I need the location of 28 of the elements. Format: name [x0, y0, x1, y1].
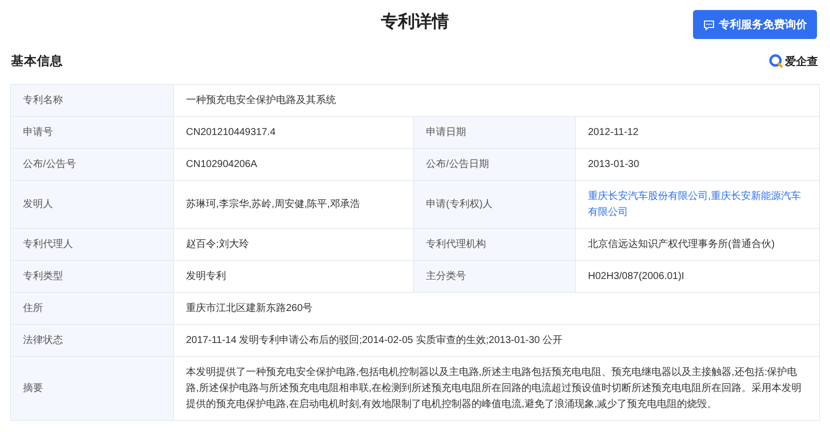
- field-link[interactable]: 重庆长安汽车股份有限公司,重庆长安新能源汽车有限公司: [576, 181, 820, 229]
- field-label: 主分类号: [414, 261, 576, 293]
- magnifier-logo-icon: [769, 54, 783, 68]
- field-value: 重庆市江北区建新东路260号: [174, 293, 820, 325]
- field-label: 专利代理人: [11, 229, 174, 261]
- field-label: 专利名称: [11, 85, 174, 117]
- field-label: 公布/公告日期: [414, 149, 576, 181]
- field-value: 2013-01-30: [576, 149, 820, 181]
- field-label: 法律状态: [11, 325, 174, 357]
- field-label: 发明人: [11, 181, 174, 229]
- brand-name: 爱企查: [785, 54, 818, 68]
- field-label: 申请(专利权)人: [414, 181, 576, 229]
- quote-button[interactable]: 专利服务免费询价: [693, 10, 817, 39]
- field-value: 2012-11-12: [576, 117, 820, 149]
- field-value: 北京信远达知识产权代理事务所(普通合伙): [576, 229, 820, 261]
- page-title: 专利详情: [381, 10, 449, 32]
- section-title: 基本信息: [11, 52, 63, 70]
- field-label: 申请日期: [414, 117, 576, 149]
- field-label: 专利类型: [11, 261, 174, 293]
- field-value: H02H3/087(2006.01)I: [576, 261, 820, 293]
- field-label: 申请号: [11, 117, 174, 149]
- field-value: 2017-11-14 发明专利申请公布后的驳回;2014-02-05 实质审查的生效;2013-01-30 公开: [174, 325, 820, 357]
- field-label: 专利代理机构: [414, 229, 576, 261]
- field-label: 公布/公告号: [11, 149, 174, 181]
- field-label: 住所: [11, 293, 174, 325]
- field-value: 本发明提供了一种预充电安全保护电路,包括电机控制器以及主电路,所述主电路包括预充电电阻、预充电继电器以及主接触器,还包括:保护电路,所述保护电路与所述预充电电阻相串联,在检测到所述预充电电阻所在回路的电流超过预设值时切断所述预充电电阻所在回路。采用本发明提供的预充电保护电路,在启动电机时刻,有效地限制了电机控制器的峰值电流,避免了浪涌现象,减少了预充电电阻的烧毁。: [174, 357, 820, 421]
- chat-icon: [703, 18, 715, 30]
- field-label: 摘要: [11, 357, 174, 421]
